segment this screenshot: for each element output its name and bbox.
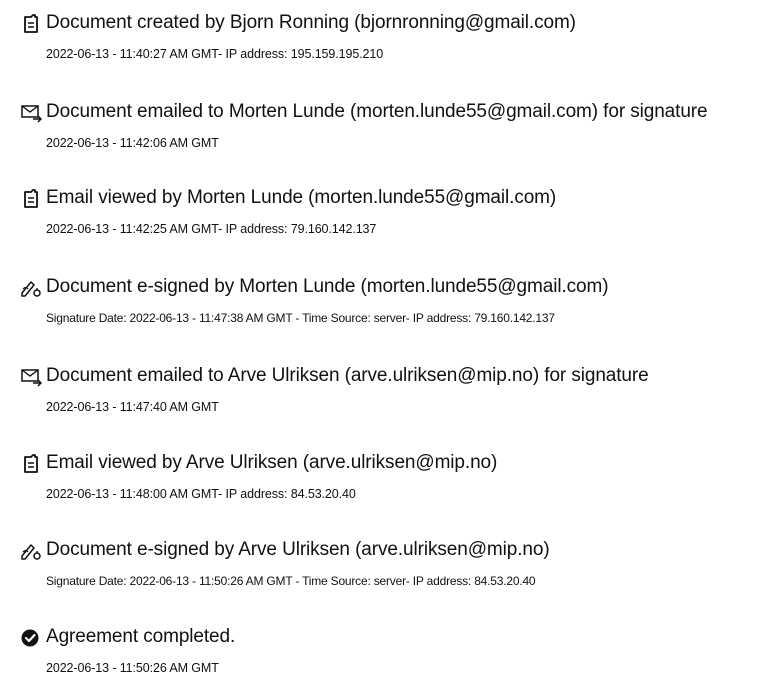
- entry-title: Email viewed by Arve Ulriksen (arve.ulri…: [46, 452, 498, 473]
- entry-title: Document e-signed by Morten Lunde (morte…: [46, 276, 609, 297]
- audit-trail-list: Document created by Bjorn Ronning (bjorn…: [0, 0, 765, 675]
- checkmark-circle-icon: [21, 629, 39, 647]
- entry-detail: 2022-06-13 - 11:48:00 AM GMT- IP address…: [46, 487, 356, 501]
- entry-title: Agreement completed.: [46, 626, 236, 647]
- signature-pen-icon: [21, 281, 41, 297]
- entry-title: Document e-signed by Arve Ulriksen (arve…: [46, 539, 550, 560]
- email-sent-icon: [21, 369, 42, 387]
- entry-detail: Signature Date: 2022-06-13 - 11:50:26 AM…: [46, 574, 536, 588]
- signature-pen-icon: [21, 544, 41, 560]
- entry-detail: 2022-06-13 - 11:47:40 AM GMT: [46, 400, 219, 414]
- email-sent-icon: [21, 105, 42, 123]
- entry-detail: 2022-06-13 - 11:50:26 AM GMT: [46, 661, 219, 675]
- document-icon: [24, 189, 38, 208]
- entry-detail: 2022-06-13 - 11:42:25 AM GMT- IP address…: [46, 222, 377, 236]
- entry-detail: Signature Date: 2022-06-13 - 11:47:38 AM…: [46, 311, 555, 325]
- document-icon: [24, 454, 38, 473]
- entry-detail: 2022-06-13 - 11:40:27 AM GMT- IP address…: [46, 47, 384, 61]
- entry-title: Document emailed to Morten Lunde (morten…: [46, 101, 708, 122]
- document-icon: [24, 14, 38, 33]
- entry-title: Email viewed by Morten Lunde (morten.lun…: [46, 187, 557, 208]
- entry-title: Document emailed to Arve Ulriksen (arve.…: [46, 365, 649, 386]
- entry-title: Document created by Bjorn Ronning (bjorn…: [46, 12, 576, 33]
- entry-detail: 2022-06-13 - 11:42:06 AM GMT: [46, 136, 219, 150]
